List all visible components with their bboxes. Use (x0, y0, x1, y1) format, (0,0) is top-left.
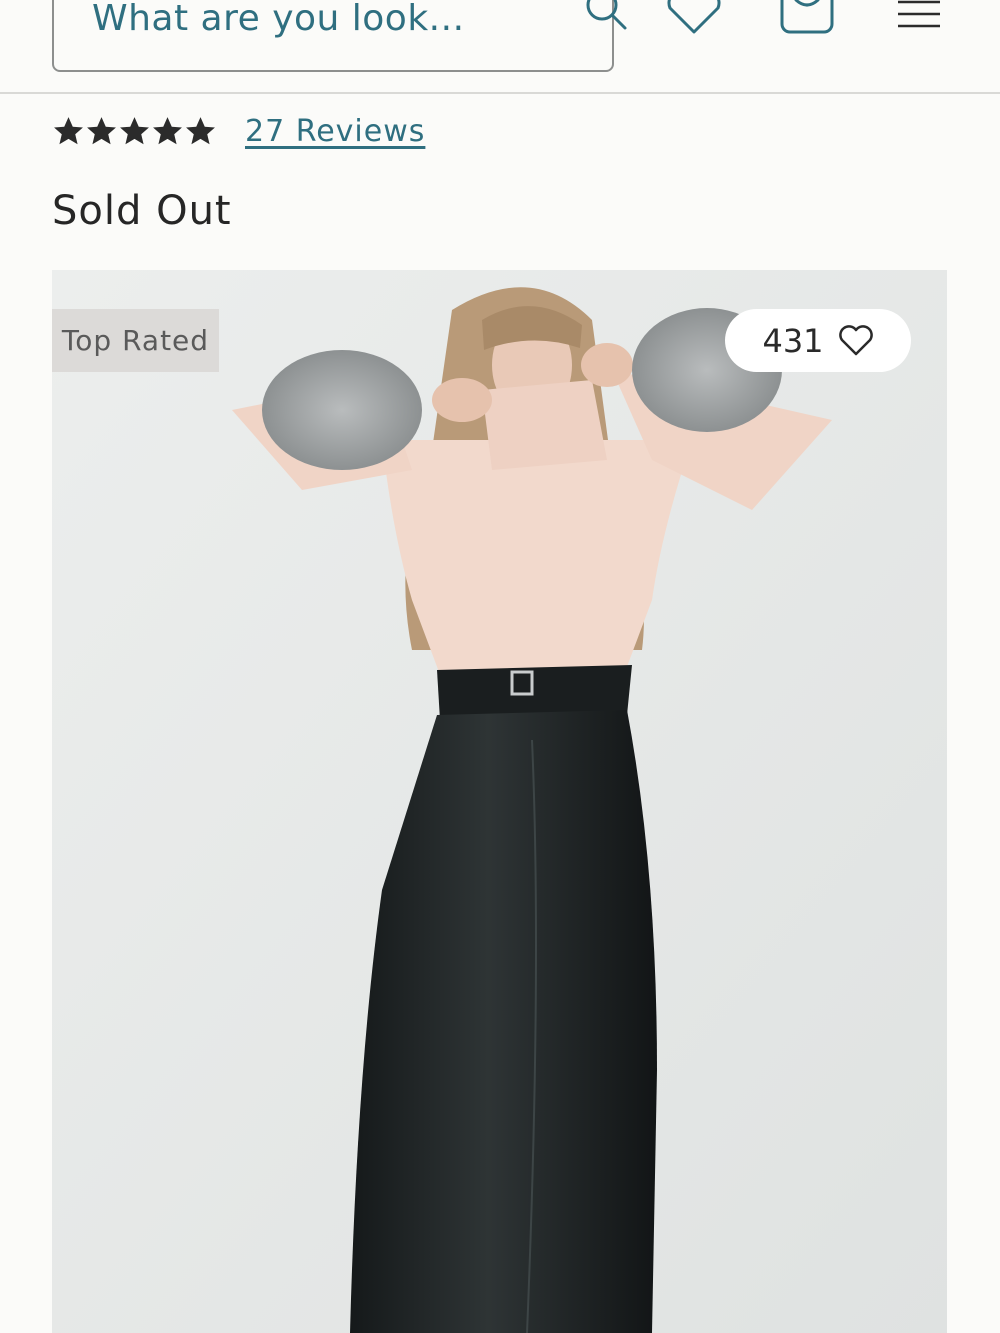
like-button[interactable]: 431 (725, 309, 911, 372)
reviews-link[interactable]: 27 Reviews (245, 114, 425, 149)
top-rated-badge: Top Rated (52, 309, 219, 372)
heart-icon (838, 324, 873, 355)
wishlist-heart-icon[interactable] (664, 0, 724, 36)
like-count: 431 (762, 321, 824, 360)
availability-status: Sold Out (52, 188, 232, 234)
search-input[interactable] (92, 0, 512, 46)
hamburger-menu-icon[interactable] (896, 0, 942, 32)
product-image[interactable]: Top Rated 431 (52, 270, 947, 1333)
star-icon (87, 116, 116, 144)
star-icon (153, 116, 182, 144)
site-header (0, 0, 1000, 94)
star-icon (186, 116, 215, 144)
search-box[interactable] (52, 0, 627, 72)
star-icon (120, 116, 149, 144)
star-icon (54, 116, 83, 144)
shopping-bag-icon[interactable] (778, 0, 836, 38)
star-rating (52, 115, 217, 148)
search-icon[interactable] (581, 0, 631, 34)
rating-row: 27 Reviews (52, 108, 425, 154)
model-photo (52, 270, 947, 1333)
